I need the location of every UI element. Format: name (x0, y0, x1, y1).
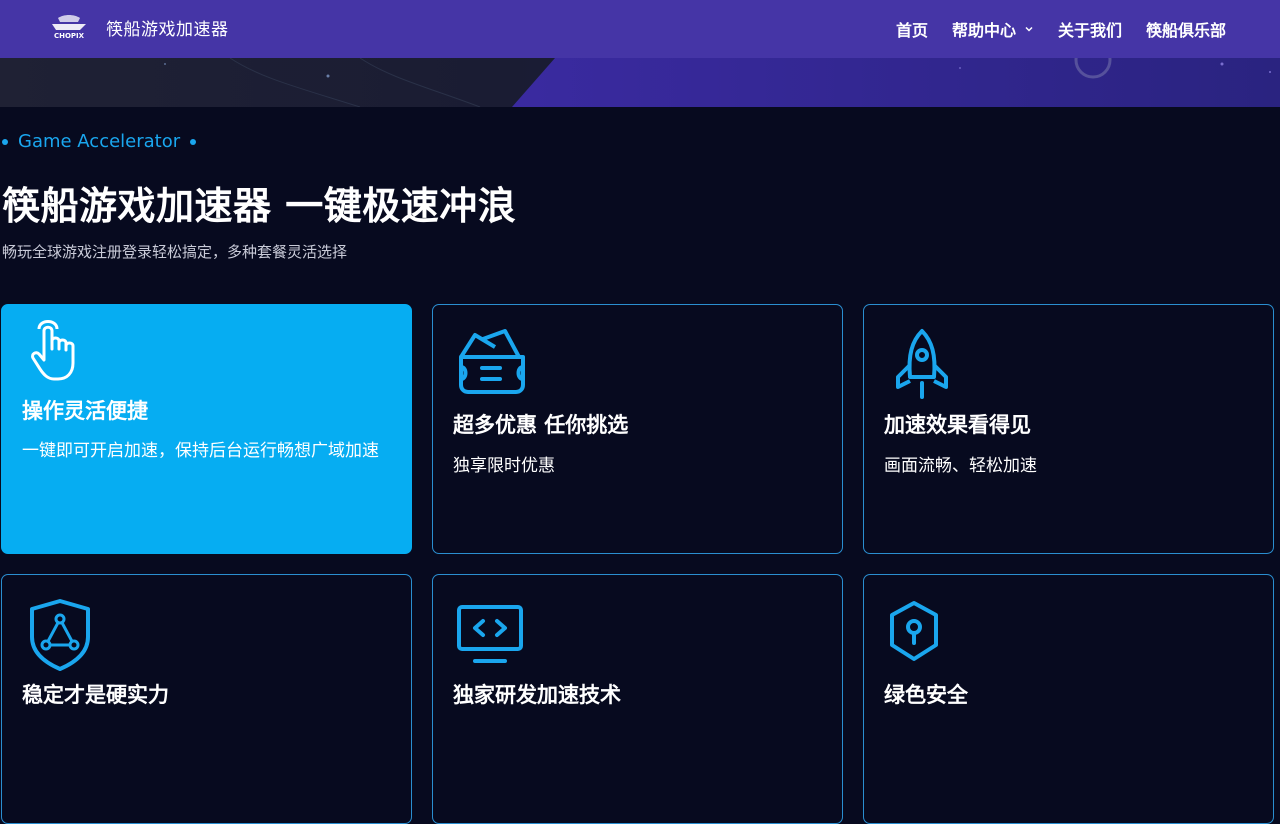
nav-home[interactable]: 首页 (896, 17, 928, 41)
pointer-hand-icon (31, 320, 75, 381)
feature-title: 加速效果看得见 (884, 413, 1031, 437)
feature-card-visible-boost[interactable]: 加速效果看得见 画面流畅、轻松加速 (863, 304, 1274, 554)
feature-card-easy-operation[interactable]: 操作灵活便捷 一键即可开启加速，保持后台运行畅想广域加速 (1, 304, 412, 554)
nav-help-center[interactable]: 帮助中心 (952, 17, 1034, 41)
nav-help-center-label: 帮助中心 (951, 21, 1016, 40)
feature-card-discounts[interactable]: 超多优惠 任你挑选 独享限时优惠 (432, 304, 843, 554)
nav-home-label: 首页 (895, 21, 928, 40)
feature-card-stability[interactable]: 稳定才是硬实力 (1, 574, 412, 824)
hero-banner-strip (0, 58, 1280, 107)
bullet-dot-icon (2, 138, 8, 145)
nav-club[interactable]: 筷船俱乐部 (1146, 17, 1226, 41)
nav-about-us[interactable]: 关于我们 (1058, 17, 1122, 41)
shield-network-icon (30, 599, 90, 671)
banner-background-graphic (0, 58, 1280, 107)
page-subtitle: 畅玩全球游戏注册登录轻松搞定，多种套餐灵活选择 (2, 243, 348, 261)
rocket-icon (896, 329, 948, 399)
brand-name[interactable]: 筷船游戏加速器 (106, 15, 229, 40)
eyebrow-text: Game Accelerator (18, 131, 181, 152)
top-navbar: CHOPIX 筷船游戏加速器 首页 帮助中心 关于我们 筷船俱乐部 (0, 0, 1280, 58)
feature-title: 绿色安全 (884, 683, 968, 707)
feature-card-proprietary-tech[interactable]: 独家研发加速技术 (432, 574, 843, 824)
feature-title: 稳定才是硬实力 (22, 683, 169, 707)
feature-description: 一键即可开启加速，保持后台运行畅想广域加速 (22, 441, 379, 461)
code-monitor-icon (457, 605, 523, 663)
nav-club-label: 筷船俱乐部 (1145, 21, 1226, 40)
page-title: 筷船游戏加速器 一键极速冲浪 (2, 184, 517, 228)
shield-lock-icon (890, 601, 938, 661)
feature-card-green-safe[interactable]: 绿色安全 (863, 574, 1274, 824)
nav-about-us-label: 关于我们 (1057, 21, 1122, 40)
feature-title: 独家研发加速技术 (453, 683, 621, 707)
main-content: Game Accelerator 筷船游戏加速器 一键极速冲浪 畅玩全球游戏注册… (0, 107, 1280, 824)
feature-description: 画面流畅、轻松加速 (884, 456, 1037, 476)
chevron-down-icon (1025, 26, 1033, 32)
feature-title: 操作灵活便捷 (22, 399, 148, 423)
feature-description: 独享限时优惠 (453, 456, 555, 476)
chopix-logo[interactable]: CHOPIX (46, 10, 92, 40)
main-nav: 首页 帮助中心 关于我们 筷船俱乐部 (896, 0, 1226, 58)
feature-title: 超多优惠 任你挑选 (453, 413, 629, 437)
section-eyebrow: Game Accelerator (2, 131, 197, 152)
wallet-icon (459, 329, 525, 394)
bullet-dot-icon (190, 138, 197, 145)
logo-text: CHOPIX (54, 32, 85, 40)
